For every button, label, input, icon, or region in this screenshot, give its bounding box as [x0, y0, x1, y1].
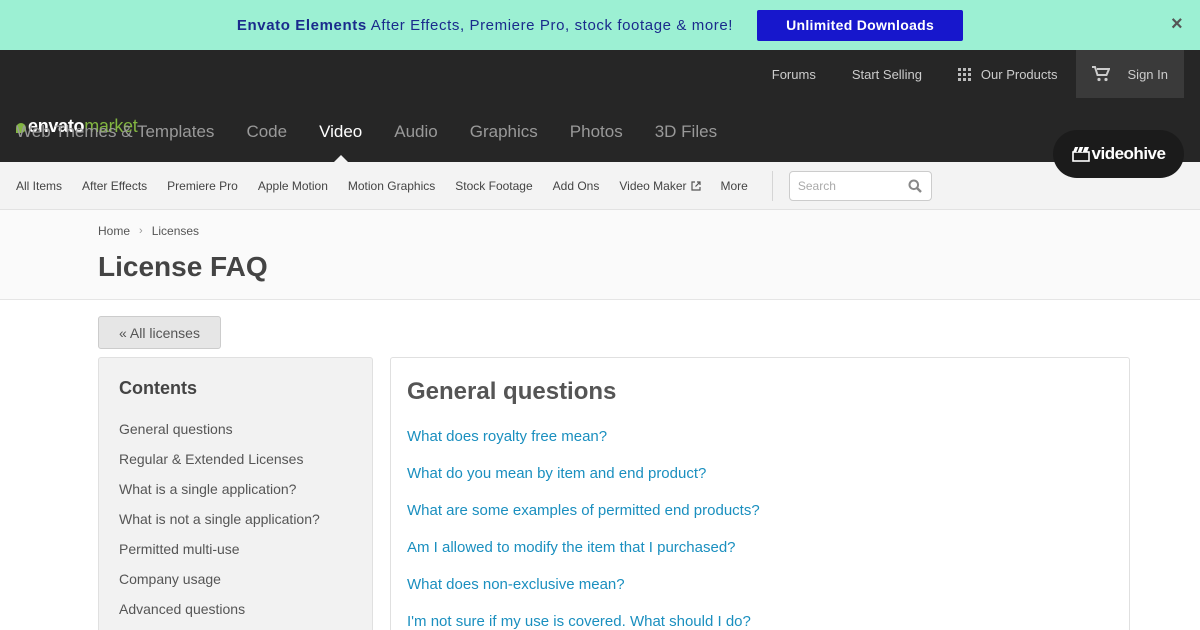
- grid-icon: [957, 67, 971, 81]
- faq-link[interactable]: What do you mean by item and end product…: [407, 466, 1113, 504]
- faq-link[interactable]: I'm not sure if my use is covered. What …: [407, 614, 1113, 630]
- toc-item[interactable]: Regular & Extended Licenses: [119, 447, 352, 477]
- subnav-after-effects[interactable]: After Effects: [82, 179, 147, 193]
- contents-sidebar: Contents General questions Regular & Ext…: [98, 357, 373, 630]
- category-audio[interactable]: Audio: [394, 122, 437, 162]
- promo-brand[interactable]: Envato Elements: [237, 17, 367, 34]
- subnav-all-items[interactable]: All Items: [16, 179, 62, 193]
- unlimited-downloads-button[interactable]: Unlimited Downloads: [757, 9, 964, 41]
- search-box: [788, 170, 932, 201]
- page-header: Home › Licenses License FAQ: [0, 210, 1200, 300]
- our-products-menu[interactable]: Our Products: [940, 50, 1076, 98]
- category-code[interactable]: Code: [246, 122, 287, 162]
- promo-banner: Envato Elements After Effects, Premiere …: [0, 0, 1200, 50]
- category-photos[interactable]: Photos: [570, 122, 623, 162]
- all-licenses-button[interactable]: « All licenses: [98, 316, 221, 349]
- toc-item[interactable]: Advanced questions: [119, 597, 352, 627]
- video-maker-label: Video Maker: [619, 178, 687, 193]
- sub-nav: All Items After Effects Premiere Pro App…: [0, 162, 1200, 210]
- toc-item[interactable]: What is not a single application?: [119, 507, 352, 537]
- toc-item[interactable]: Permitted multi-use: [119, 537, 352, 567]
- search-input[interactable]: [797, 178, 908, 193]
- category-nav: Web Themes & Templates Code Video Audio …: [16, 122, 717, 162]
- promo-text: Envato Elements After Effects, Premiere …: [237, 17, 733, 34]
- subnav-add-ons[interactable]: Add Ons: [553, 179, 600, 193]
- subnav-divider: [771, 170, 773, 201]
- faq-link[interactable]: Am I allowed to modify the item that I p…: [407, 540, 1113, 578]
- sign-in-link[interactable]: Sign In: [1128, 67, 1168, 82]
- breadcrumb-home[interactable]: Home: [98, 224, 130, 238]
- close-icon[interactable]: ×: [1171, 14, 1185, 34]
- breadcrumb: Home › Licenses: [98, 224, 199, 238]
- external-link-icon: [690, 180, 701, 191]
- clapperboard-icon: [1071, 146, 1090, 162]
- category-video[interactable]: Video: [319, 122, 362, 162]
- faq-link[interactable]: What does non-exclusive mean?: [407, 577, 1113, 615]
- subnav-stock-footage[interactable]: Stock Footage: [455, 179, 532, 193]
- category-graphics[interactable]: Graphics: [470, 122, 538, 162]
- faq-link[interactable]: What are some examples of permitted end …: [407, 503, 1113, 541]
- category-web-themes[interactable]: Web Themes & Templates: [16, 122, 214, 162]
- toc-item[interactable]: General questions: [119, 417, 352, 447]
- promo-description: After Effects, Premiere Pro, stock foota…: [366, 16, 734, 34]
- faq-panel: General questions What does royalty free…: [390, 357, 1130, 630]
- subnav-more[interactable]: More: [721, 179, 748, 193]
- start-selling-link[interactable]: Start Selling: [834, 50, 940, 98]
- toc-item[interactable]: Company usage: [119, 567, 352, 597]
- cart-icon[interactable]: [1091, 66, 1110, 82]
- subnav-apple-motion[interactable]: Apple Motion: [258, 179, 328, 193]
- faq-link[interactable]: What does royalty free mean?: [407, 429, 1113, 467]
- category-3d-files[interactable]: 3D Files: [655, 122, 717, 162]
- subnav-motion-graphics[interactable]: Motion Graphics: [348, 179, 435, 193]
- toc-item[interactable]: What is a single application?: [119, 477, 352, 507]
- subnav-video-maker[interactable]: Video Maker: [619, 178, 701, 193]
- videohive-badge[interactable]: videohive: [1053, 130, 1184, 178]
- search-icon[interactable]: [908, 179, 922, 193]
- contents-title: Contents: [119, 378, 197, 398]
- chevron-right-icon: ›: [139, 225, 143, 237]
- top-links: Forums Start Selling Our Products Sign I…: [754, 50, 1184, 98]
- breadcrumb-licenses[interactable]: Licenses: [152, 224, 199, 238]
- videohive-label: videohive: [1091, 144, 1166, 163]
- page-title: License FAQ: [98, 251, 268, 282]
- forums-link[interactable]: Forums: [754, 50, 834, 98]
- account-box: Sign In: [1075, 50, 1184, 98]
- section-title: General questions: [407, 378, 617, 405]
- site-header: envato market Forums Start Selling Our P…: [0, 50, 1200, 178]
- subnav-premiere-pro[interactable]: Premiere Pro: [167, 179, 238, 193]
- our-products-label: Our Products: [980, 66, 1058, 82]
